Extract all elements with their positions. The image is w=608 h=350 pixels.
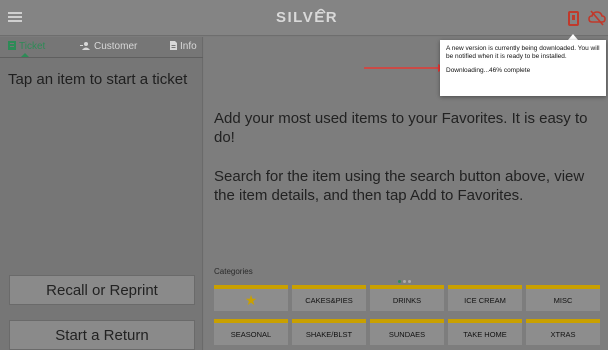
tab-divider [0,57,203,58]
app-logo: SILVER [276,9,339,26]
tab-customer-label: Customer [94,41,138,52]
category-seasonal[interactable]: SEASONAL [214,319,288,345]
tab-info-label: Info [180,41,197,52]
page-dot-active [398,280,401,283]
ticket-icon [8,41,16,50]
category-misc[interactable]: MISC [526,285,600,311]
favorites-hint: Add your most used items to your Favorit… [214,110,588,146]
page-dot [408,280,411,283]
ticket-tabs: Ticket Customer Info [0,37,203,57]
update-popup: A new version is currently being downloa… [440,40,606,96]
tab-customer[interactable]: Customer [80,41,137,52]
update-message: A new version is currently being downloa… [446,45,600,60]
tab-ticket-label: Ticket [19,41,46,52]
customer-icon [80,42,90,50]
top-bar: SILVER [0,0,608,36]
logo-arc-icon [316,8,326,14]
category-favorites[interactable]: ★ [214,285,288,311]
ticket-panel: Ticket Customer Info Tap an item to star… [0,37,203,350]
category-shake-blst[interactable]: SHAKE/BLST [292,319,366,345]
category-drinks[interactable]: DRINKS [370,285,444,311]
recall-reprint-button[interactable]: Recall or Reprint [9,275,195,305]
download-progress: Downloading...46% complete [446,67,531,74]
device-icon[interactable] [568,11,579,26]
tab-ticket[interactable]: Ticket [8,41,45,52]
tab-info[interactable]: Info [170,41,197,52]
categories-header: Categories [214,267,253,276]
category-cakes-pies[interactable]: CAKES&PIES [292,285,366,311]
cloud-off-icon[interactable] [588,10,606,26]
page-dot [403,280,406,283]
star-icon: ★ [244,291,258,308]
empty-ticket-prompt: Tap an item to start a ticket [8,71,188,88]
hamburger-icon[interactable] [8,12,22,22]
start-return-button[interactable]: Start a Return [9,320,195,350]
category-ice-cream[interactable]: ICE CREAM [448,285,522,311]
category-sundaes[interactable]: SUNDAES [370,319,444,345]
info-icon [170,41,177,50]
category-xtras[interactable]: XTRAS [526,319,600,345]
search-hint: Search for the item using the search but… [214,168,585,204]
category-take-home[interactable]: TAKE HOME [448,319,522,345]
annotation-arrow [364,64,446,72]
